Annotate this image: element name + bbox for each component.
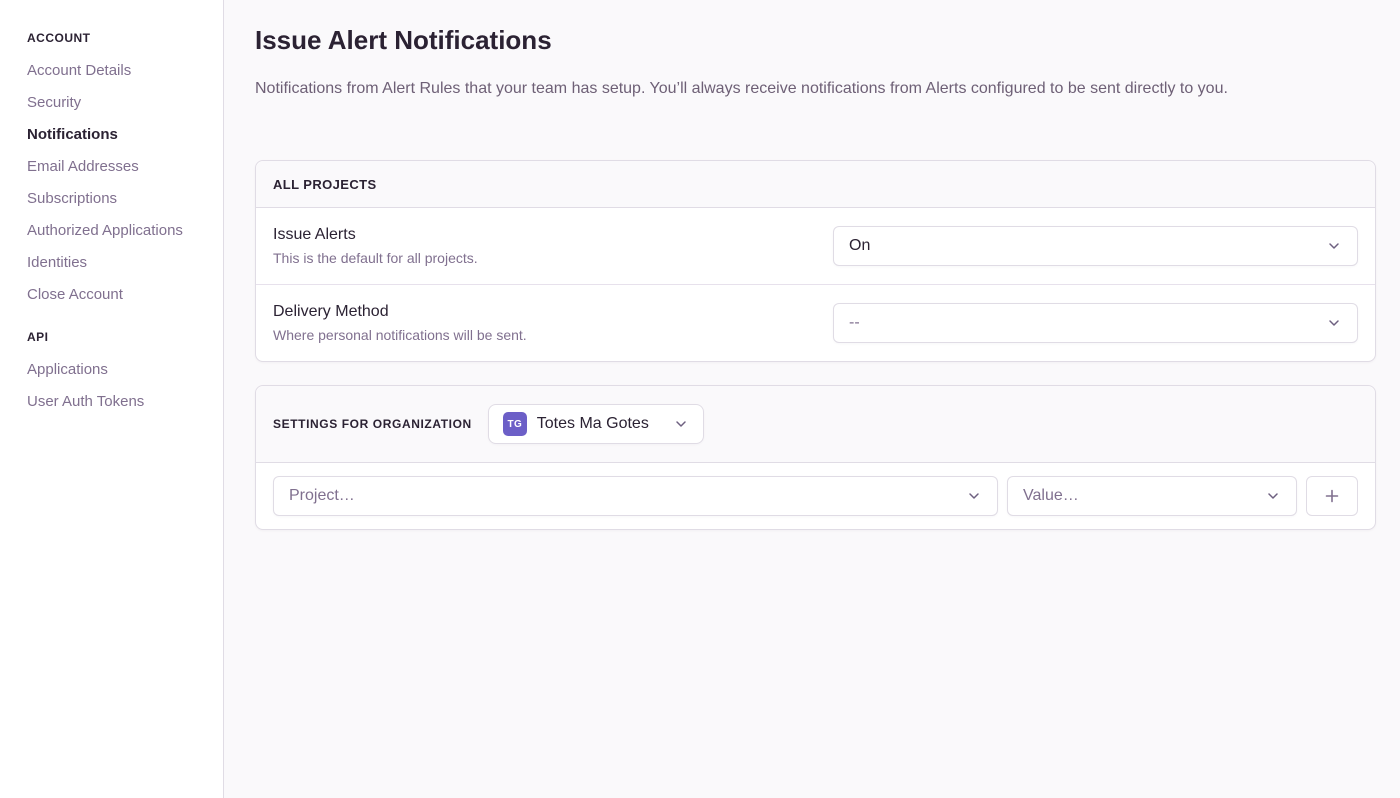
- sidebar-section-header-account: ACCOUNT: [27, 30, 211, 46]
- delivery-method-help: Where personal notifications will be sen…: [273, 326, 527, 345]
- organization-avatar: TG: [503, 412, 527, 436]
- delivery-method-label: Delivery Method: [273, 301, 527, 322]
- organization-select[interactable]: TG Totes Ma Gotes: [488, 404, 704, 444]
- issue-alerts-help: This is the default for all projects.: [273, 249, 478, 268]
- delivery-method-row: Delivery Method Where personal notificat…: [256, 284, 1375, 361]
- page-description: Notifications from Alert Rules that your…: [255, 78, 1376, 100]
- plus-icon: [1323, 487, 1341, 505]
- sidebar-section-api: API Applications User Auth Tokens: [27, 329, 211, 418]
- main-content: Issue Alert Notifications Notifications …: [224, 0, 1400, 530]
- sidebar-item-close-account[interactable]: Close Account: [27, 279, 211, 311]
- sidebar-item-subscriptions[interactable]: Subscriptions: [27, 183, 211, 215]
- settings-sidebar: ACCOUNT Account Details Security Notific…: [0, 0, 224, 798]
- organization-settings-panel: SETTINGS FOR ORGANIZATION TG Totes Ma Go…: [255, 385, 1376, 530]
- organization-panel-body: Project… Value…: [256, 463, 1375, 529]
- issue-alerts-row: Issue Alerts This is the default for all…: [256, 208, 1375, 284]
- page-title: Issue Alert Notifications: [255, 24, 1376, 56]
- issue-alerts-label: Issue Alerts: [273, 224, 478, 245]
- issue-alerts-field-desc: Issue Alerts This is the default for all…: [273, 224, 478, 268]
- chevron-down-icon: [1265, 488, 1281, 504]
- organization-panel-header: SETTINGS FOR ORGANIZATION TG Totes Ma Go…: [256, 386, 1375, 463]
- chevron-down-icon: [966, 488, 982, 504]
- sidebar-item-email-addresses[interactable]: Email Addresses: [27, 151, 211, 183]
- sidebar-section-account: ACCOUNT Account Details Security Notific…: [27, 30, 211, 311]
- sidebar-item-account-details[interactable]: Account Details: [27, 55, 211, 87]
- sidebar-item-security[interactable]: Security: [27, 87, 211, 119]
- sidebar-item-authorized-applications[interactable]: Authorized Applications: [27, 215, 211, 247]
- sidebar-item-identities[interactable]: Identities: [27, 247, 211, 279]
- organization-select-value: Totes Ma Gotes: [537, 415, 649, 433]
- chevron-down-icon: [1326, 315, 1342, 331]
- value-select-placeholder: Value…: [1023, 487, 1079, 505]
- sidebar-item-applications[interactable]: Applications: [27, 354, 211, 386]
- project-select-placeholder: Project…: [289, 487, 355, 505]
- delivery-method-field-desc: Delivery Method Where personal notificat…: [273, 301, 527, 345]
- all-projects-panel: ALL PROJECTS Issue Alerts This is the de…: [255, 160, 1376, 362]
- sidebar-item-notifications[interactable]: Notifications: [27, 119, 211, 151]
- all-projects-panel-header: ALL PROJECTS: [256, 161, 1375, 208]
- chevron-down-icon: [1326, 238, 1342, 254]
- chevron-down-icon: [673, 416, 689, 432]
- issue-alerts-select-value: On: [849, 237, 870, 255]
- project-select[interactable]: Project…: [273, 476, 998, 516]
- sidebar-item-user-auth-tokens[interactable]: User Auth Tokens: [27, 386, 211, 418]
- value-select[interactable]: Value…: [1007, 476, 1297, 516]
- sidebar-section-header-api: API: [27, 329, 211, 345]
- delivery-method-select-value: --: [849, 314, 860, 332]
- settings-for-organization-label: SETTINGS FOR ORGANIZATION: [273, 417, 472, 431]
- issue-alerts-select[interactable]: On: [833, 226, 1358, 266]
- add-fine-tune-button[interactable]: [1306, 476, 1358, 516]
- delivery-method-select[interactable]: --: [833, 303, 1358, 343]
